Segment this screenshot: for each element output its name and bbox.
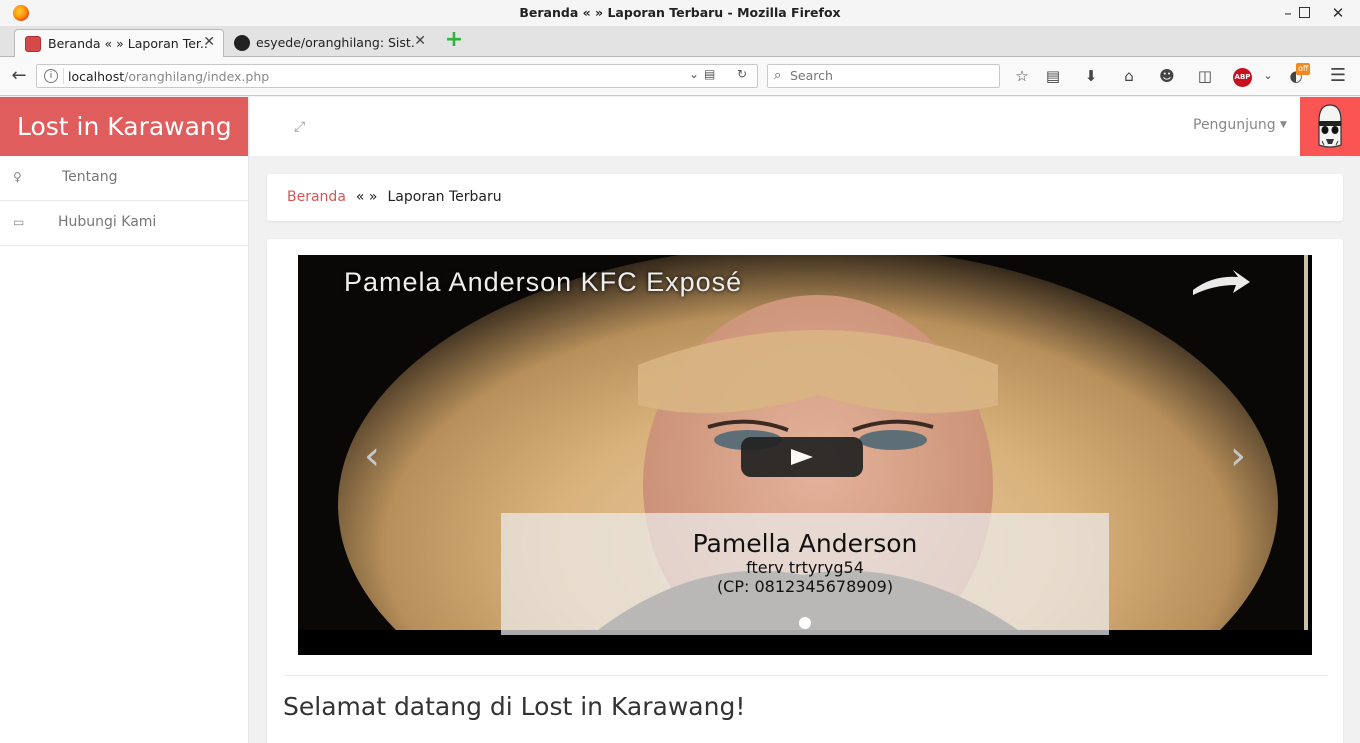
user-menu-dropdown[interactable]: Pengunjung ▼ bbox=[1193, 117, 1287, 133]
sidebar-item-label: Hubungi Kami bbox=[58, 214, 157, 230]
sidebar-item-tentang[interactable]: ♀ Tentang bbox=[0, 156, 248, 201]
video-title: Pamela Anderson KFC Exposé bbox=[344, 267, 743, 297]
brand-logo[interactable]: Lost in Karawang bbox=[0, 97, 248, 156]
carousel-prev-button[interactable]: ‹ bbox=[352, 433, 392, 479]
new-tab-button[interactable]: + bbox=[444, 28, 464, 52]
fullscreen-toggle-icon[interactable]: ⤢ bbox=[294, 119, 305, 135]
sidebar: Lost in Karawang ♀ Tentang ▭ Hubungi Kam… bbox=[0, 97, 249, 743]
adblock-plus-icon[interactable]: ABP bbox=[1233, 68, 1252, 87]
breadcrumb: Beranda « » Laporan Terbaru bbox=[267, 174, 1343, 221]
lightbulb-icon: ♀ bbox=[13, 170, 22, 184]
reader-view-icon[interactable]: ▤ bbox=[704, 67, 715, 81]
web-page: Lost in Karawang ♀ Tentang ▭ Hubungi Kam… bbox=[0, 97, 1360, 743]
off-badge: off bbox=[1296, 63, 1311, 75]
search-bar[interactable]: ⌕ bbox=[767, 64, 1000, 88]
tab-label: Beranda « » Laporan Ter... bbox=[48, 36, 208, 51]
tab-bar: Beranda « » Laporan Ter... ✕ esyede/oran… bbox=[0, 26, 1360, 57]
github-icon bbox=[234, 35, 250, 51]
welcome-heading: Selamat datang di Lost in Karawang! bbox=[283, 692, 746, 721]
caption-contact: (CP: 0812345678909) bbox=[716, 577, 894, 596]
home-icon[interactable]: ⌂ bbox=[1117, 65, 1141, 87]
reload-icon[interactable]: ↻ bbox=[737, 67, 747, 81]
bookmark-star-icon[interactable]: ☆ bbox=[1010, 65, 1034, 87]
url-bar[interactable]: i localhost/oranghilang/index.php ⌄ ▤ ↻ bbox=[36, 64, 758, 88]
avatar[interactable] bbox=[1300, 97, 1360, 156]
close-window-button[interactable]: ✕ bbox=[1326, 3, 1350, 23]
carousel-indicator[interactable] bbox=[799, 617, 811, 629]
hello-chat-icon[interactable]: ☻ bbox=[1155, 65, 1179, 87]
window-titlebar: Beranda « » Laporan Terbaru - Mozilla Fi… bbox=[0, 0, 1360, 26]
search-input[interactable] bbox=[790, 68, 990, 83]
search-icon: ⌕ bbox=[774, 68, 782, 83]
maximize-button[interactable] bbox=[1286, 3, 1310, 23]
pocket-icon[interactable]: ◫ bbox=[1193, 65, 1217, 87]
window-title: Beranda « » Laporan Terbaru - Mozilla Fi… bbox=[519, 5, 841, 20]
back-button[interactable]: ← bbox=[7, 65, 31, 87]
sidebar-item-hubungi-kami[interactable]: ▭ Hubungi Kami bbox=[0, 201, 248, 246]
top-header: ⤢ Pengunjung ▼ bbox=[250, 97, 1360, 156]
site-favicon-icon bbox=[25, 36, 41, 52]
tab-close-icon[interactable]: ✕ bbox=[414, 33, 426, 49]
divider bbox=[284, 675, 1328, 676]
url-text[interactable]: localhost/oranghilang/index.php bbox=[68, 69, 269, 84]
breadcrumb-home-link[interactable]: Beranda bbox=[287, 189, 346, 205]
content-panel: Pamela Anderson KFC Exposé ‹ › Pamella A… bbox=[267, 239, 1343, 743]
breadcrumb-separator: « » bbox=[355, 189, 378, 205]
tab-beranda[interactable]: Beranda « » Laporan Ter... ✕ bbox=[14, 29, 224, 57]
hamburger-menu-icon[interactable]: ☰ bbox=[1326, 65, 1350, 87]
inbox-icon: ▭ bbox=[13, 215, 25, 229]
navigation-toolbar: ← i localhost/oranghilang/index.php ⌄ ▤ … bbox=[0, 57, 1360, 96]
tab-close-icon[interactable]: ✕ bbox=[203, 34, 215, 50]
dropdown-chevron-icon[interactable]: ⌄ bbox=[689, 67, 699, 81]
abp-dropdown-chevron-icon[interactable]: ⌄ bbox=[1256, 65, 1280, 87]
report-carousel[interactable]: Pamela Anderson KFC Exposé ‹ › Pamella A… bbox=[298, 255, 1312, 655]
tab-github[interactable]: esyede/oranghilang: Sist... ✕ bbox=[224, 29, 434, 57]
downloads-icon[interactable]: ⬇ bbox=[1079, 65, 1103, 87]
info-icon[interactable]: i bbox=[44, 69, 58, 83]
breadcrumb-current: Laporan Terbaru bbox=[387, 189, 502, 205]
tab-label: esyede/oranghilang: Sist... bbox=[256, 35, 416, 50]
bookmarks-menu-icon[interactable]: ▤ bbox=[1041, 65, 1065, 87]
stormtrooper-avatar-icon bbox=[1318, 104, 1342, 148]
sidebar-item-label: Tentang bbox=[62, 169, 118, 185]
url-separator bbox=[63, 68, 64, 84]
caption-name: Pamella Anderson bbox=[692, 529, 918, 558]
caption-description: fterv trtyryg54 bbox=[746, 558, 864, 577]
play-button[interactable] bbox=[741, 437, 863, 477]
carousel-next-button[interactable]: › bbox=[1218, 433, 1258, 479]
